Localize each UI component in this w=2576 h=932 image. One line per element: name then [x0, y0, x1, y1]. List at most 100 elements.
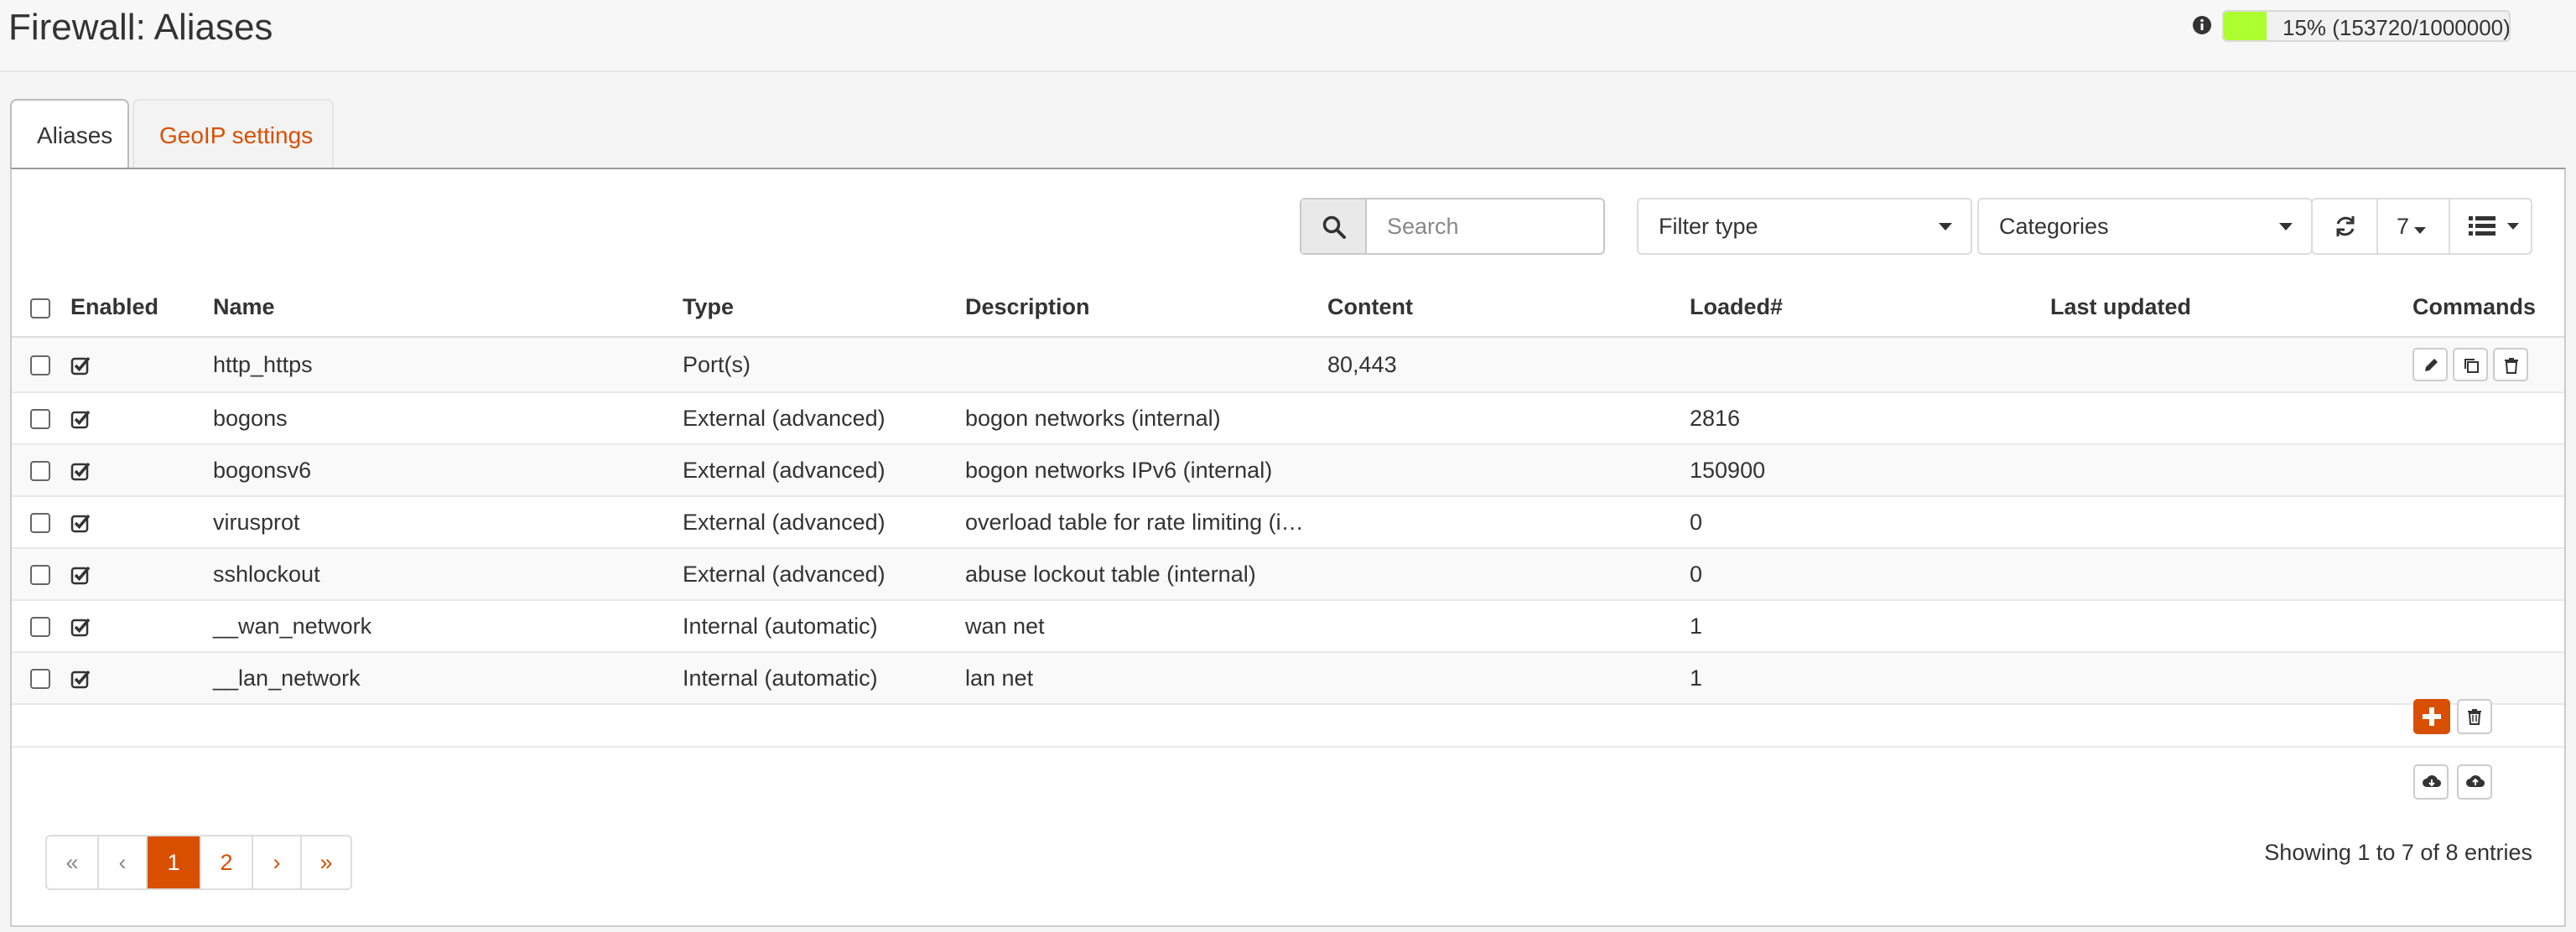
alias-type: Internal (automatic) — [683, 600, 965, 653]
row-select-checkbox[interactable] — [30, 355, 50, 376]
alias-loaded-count: 150900 — [1690, 444, 2050, 497]
chevron-down-icon — [1939, 223, 1952, 230]
alias-commands — [2412, 548, 2564, 601]
chevron-down-icon — [2279, 223, 2293, 230]
row-select-checkbox[interactable] — [30, 669, 50, 690]
row-enabled-toggle[interactable] — [70, 444, 213, 497]
alias-content: 80,443 — [1327, 337, 1690, 393]
table-row[interactable]: bogons External (advanced) bogon networks … — [12, 392, 2564, 445]
column-header-type[interactable]: Type — [683, 278, 965, 338]
pagination-next[interactable]: › — [253, 836, 302, 888]
alias-description-text: bogon networks IPv6 (internal) — [965, 457, 1273, 483]
row-select-checkbox[interactable] — [30, 617, 50, 638]
info-icon[interactable] — [2192, 15, 2212, 35]
column-header-description[interactable]: Description — [965, 278, 1327, 338]
plus-icon — [2423, 707, 2441, 726]
download-button[interactable] — [2413, 764, 2449, 800]
table-row[interactable]: __wan_network Internal (automatic) wan net… — [12, 600, 2564, 653]
page-size-select[interactable]: 7 — [2378, 199, 2450, 253]
alias-commands — [2412, 600, 2564, 653]
alias-name: __wan_network — [213, 600, 683, 653]
pagination-summary: Showing 1 to 7 of 8 entries — [2264, 840, 2532, 865]
page-header: Firewall: Aliases 15% (153720/1000000) — [0, 0, 2576, 72]
alias-description: bogon networks IPv6 (internal) — [965, 444, 1327, 497]
alias-name: bogonsv6 — [213, 444, 683, 497]
pagination-first[interactable]: « — [47, 836, 99, 888]
clone-button[interactable] — [2453, 348, 2488, 381]
upload-button[interactable] — [2457, 764, 2492, 800]
table-footer-actions — [12, 689, 2564, 748]
column-header-last-updated[interactable]: Last updated — [2050, 278, 2412, 338]
pagination-page-2[interactable]: 2 — [201, 836, 253, 888]
pencil-icon — [2425, 359, 2438, 371]
pagination-prev[interactable]: ‹ — [99, 836, 148, 888]
check-square-icon — [70, 567, 91, 585]
alias-loaded-count: 0 — [1690, 548, 2050, 601]
copy-icon — [2464, 359, 2479, 373]
row-enabled-toggle[interactable] — [70, 496, 213, 549]
row-select-checkbox[interactable] — [30, 513, 50, 534]
search-button[interactable] — [1301, 199, 1367, 253]
cloud-upload-icon — [2466, 775, 2485, 788]
table-row[interactable]: virusprot External (advanced) overload tab… — [12, 496, 2564, 549]
row-enabled-toggle[interactable] — [70, 548, 213, 601]
pagination-page-1[interactable]: 1 — [148, 836, 201, 888]
delete-button[interactable] — [2493, 348, 2528, 381]
page-size-value: 7 — [2397, 214, 2410, 239]
row-select-checkbox[interactable] — [30, 461, 50, 482]
refresh-icon — [2336, 216, 2355, 236]
cloud-download-icon — [2423, 775, 2441, 788]
alias-type: Port(s) — [683, 337, 965, 393]
refresh-button[interactable] — [2313, 199, 2378, 253]
alias-last-updated — [2050, 337, 2412, 393]
column-header-name[interactable]: Name — [213, 278, 683, 338]
row-enabled-toggle[interactable] — [70, 337, 213, 393]
row-select-cell — [12, 337, 70, 393]
alias-description: abuse lockout table (internal) — [965, 548, 1327, 601]
tab-geoip-settings[interactable]: GeoIP settings — [132, 99, 334, 169]
select-all-checkbox[interactable] — [30, 298, 50, 318]
alias-type: External (advanced) — [683, 496, 965, 549]
select-all-header — [12, 278, 70, 338]
column-header-enabled[interactable]: Enabled — [70, 278, 213, 338]
column-header-content[interactable]: Content — [1327, 278, 1690, 338]
delete-selected-button[interactable] — [2457, 699, 2492, 734]
search-input[interactable] — [1367, 199, 1603, 253]
row-select-checkbox[interactable] — [30, 565, 50, 586]
column-header-loaded[interactable]: Loaded# — [1690, 278, 2050, 338]
row-select-cell — [12, 600, 70, 653]
aliases-table: Enabled Name Type Description Content Lo… — [12, 278, 2564, 705]
alias-type: External (advanced) — [683, 548, 965, 601]
alias-commands — [2412, 444, 2564, 497]
chevron-down-icon — [2414, 226, 2427, 234]
tab-aliases[interactable]: Aliases — [10, 99, 129, 171]
row-select-checkbox[interactable] — [30, 409, 50, 430]
alias-commands — [2412, 337, 2564, 393]
table-row[interactable]: http_https Port(s) 80,443 — [12, 337, 2564, 393]
alias-content — [1327, 444, 1690, 497]
row-enabled-toggle[interactable] — [70, 392, 213, 445]
filter-type-select[interactable]: Filter type — [1637, 198, 1972, 255]
list-icon — [2469, 216, 2496, 236]
columns-select[interactable] — [2450, 199, 2531, 253]
row-select-cell — [12, 444, 70, 497]
row-enabled-toggle[interactable] — [70, 600, 213, 653]
pagination-last[interactable]: » — [302, 836, 351, 888]
pagination: « ‹ 1 2 › » — [45, 835, 352, 890]
alias-loaded-count: 1 — [1690, 600, 2050, 653]
alias-description-text: lan net — [965, 665, 1034, 691]
alias-last-updated — [2050, 392, 2412, 445]
alias-name: sshlockout — [213, 548, 683, 601]
check-square-icon — [70, 515, 91, 533]
table-row[interactable]: bogonsv6 External (advanced) bogon network… — [12, 444, 2564, 497]
alias-description: bogon networks (internal) — [965, 392, 1327, 445]
alias-last-updated — [2050, 444, 2412, 497]
check-square-icon — [70, 671, 91, 689]
edit-button[interactable] — [2412, 348, 2448, 381]
row-select-cell — [12, 392, 70, 445]
add-alias-button[interactable] — [2413, 699, 2450, 734]
row-select-cell — [12, 548, 70, 601]
alias-last-updated — [2050, 600, 2412, 653]
categories-select[interactable]: Categories — [1977, 198, 2313, 255]
table-row[interactable]: sshlockout External (advanced) abuse locko… — [12, 548, 2564, 601]
